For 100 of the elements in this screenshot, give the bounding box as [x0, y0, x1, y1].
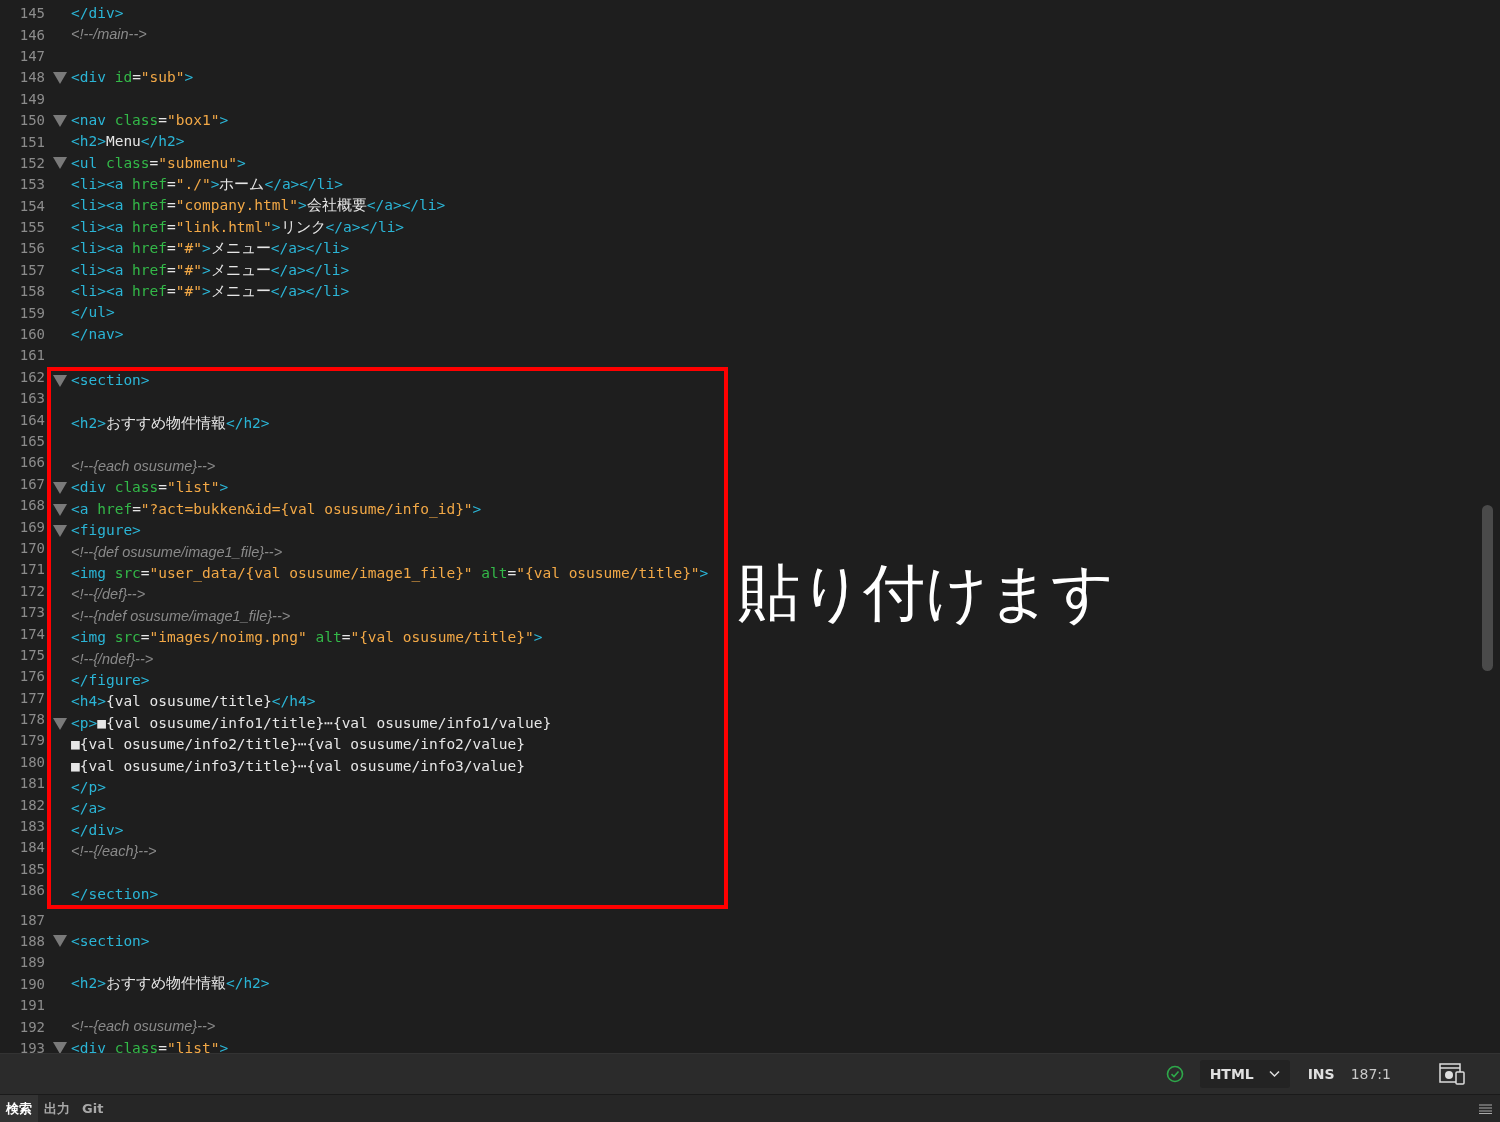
line-number: 148 — [19, 68, 45, 88]
code-line: </section> — [71, 884, 159, 904]
code-line: <img src="user_data/{val osusume/image1_file}" alt="{val osusume/title}"> — [71, 564, 709, 584]
code-line: </ul> — [71, 303, 115, 323]
code-line: <section> — [71, 931, 150, 951]
insert-mode[interactable]: INS — [1307, 1063, 1335, 1085]
code-line: <h2>Menu</h2> — [71, 132, 185, 152]
line-number: 173 — [19, 603, 45, 623]
line-number: 154 — [19, 196, 45, 216]
code-line: <!--{each osusume}--> — [71, 457, 216, 477]
line-number: 174 — [19, 624, 45, 644]
code-line: <nav class="box1"> — [71, 110, 229, 130]
line-number: 147 — [19, 46, 45, 66]
code-line: <li><a href="company.html">会社概要</a></li> — [71, 196, 446, 216]
line-number: 158 — [19, 282, 45, 302]
line-number: 184 — [19, 838, 45, 858]
fold-triangle-icon[interactable] — [53, 1042, 67, 1053]
panel-tab[interactable]: 出力 — [38, 1095, 76, 1122]
line-number: 187 — [19, 910, 45, 930]
code-line: <ul class="submenu"> — [71, 153, 246, 173]
line-number: 169 — [19, 517, 45, 537]
line-number: 167 — [19, 474, 45, 494]
line-number: 189 — [19, 953, 45, 973]
code-line: <h2>おすすめ物件情報</h2> — [71, 974, 270, 994]
line-number: 151 — [19, 132, 45, 152]
code-line: <h4>{val osusume/title}</h4> — [71, 692, 316, 712]
fold-triangle-icon[interactable] — [53, 525, 67, 538]
line-number: 149 — [19, 89, 45, 109]
line-number: 192 — [19, 1017, 45, 1037]
line-number: 188 — [19, 932, 45, 951]
cursor-position: 187:1 — [1350, 1064, 1391, 1084]
line-number: 164 — [19, 410, 45, 430]
fold-triangle-icon[interactable] — [53, 717, 67, 730]
device-preview-icon[interactable] — [1439, 1063, 1466, 1085]
panel-tab[interactable]: Git — [76, 1095, 110, 1122]
code-line: <p>■{val osusume/info1/title}⋯{val osusume/info1/value} — [71, 713, 552, 733]
line-number: 163 — [19, 389, 45, 409]
code-line: ■{val osusume/info3/title}⋯{val osusume/info3/value} — [71, 756, 525, 776]
line-number: 166 — [19, 453, 45, 473]
code-line: <div class="list"> — [71, 1038, 229, 1053]
code-line: <section> — [71, 371, 150, 391]
line-number: 156 — [19, 239, 45, 259]
code-line: <li><a href="link.html">リンク</a></li> — [71, 217, 405, 237]
code-line: <a href="?act=bukken&id={val osusume/info_id}"> — [71, 499, 482, 520]
fold-triangle-icon[interactable] — [53, 157, 67, 170]
line-number: 153 — [19, 175, 45, 195]
language-dropdown[interactable]: HTML — [1199, 1060, 1290, 1088]
line-number: 168 — [19, 496, 45, 516]
panel-tab[interactable]: 検索 — [0, 1095, 38, 1122]
fold-triangle-icon[interactable] — [53, 71, 67, 84]
code-line: <!--{/each}--> — [71, 842, 157, 862]
code-line: <div class="list"> — [71, 478, 229, 498]
code-line: <li><a href="./">ホーム</a></li> — [71, 174, 343, 194]
scrollbar-thumb[interactable] — [1482, 505, 1493, 671]
line-number: 161 — [19, 346, 45, 366]
code-line: <h2>おすすめ物件情報</h2> — [71, 414, 270, 434]
code-line: <!--{each osusume}--> — [71, 1017, 216, 1037]
line-number: 172 — [19, 581, 45, 601]
code-line: </div> — [71, 3, 124, 23]
line-number: 155 — [19, 218, 45, 238]
fold-triangle-icon[interactable] — [53, 935, 67, 948]
fold-triangle-icon[interactable] — [53, 114, 67, 127]
line-number: 175 — [19, 645, 45, 665]
line-number: 160 — [19, 325, 45, 345]
line-number: 185 — [19, 859, 45, 879]
line-number: 181 — [19, 774, 45, 794]
check-circle-icon — [1165, 1065, 1184, 1083]
code-line: <li><a href="#">メニュー</a></li> — [71, 239, 350, 259]
code-line: <li><a href="#">メニュー</a></li> — [71, 260, 350, 280]
chevron-down-icon — [1268, 1070, 1280, 1078]
code-line: <!--{ndef osusume/image1_file}--> — [71, 606, 291, 626]
line-number: 186 — [19, 881, 45, 901]
fold-triangle-icon[interactable] — [53, 375, 67, 388]
fold-triangle-icon[interactable] — [53, 482, 67, 495]
line-number: 177 — [19, 688, 45, 708]
code-line: <!--{/ndef}--> — [71, 649, 154, 669]
code-line: </p> — [71, 777, 106, 797]
line-number: 190 — [19, 974, 45, 994]
line-number: 183 — [19, 817, 45, 837]
line-number: 152 — [19, 153, 45, 173]
line-number: 159 — [19, 303, 45, 323]
line-number: 150 — [19, 111, 45, 131]
code-line: </figure> — [71, 670, 150, 690]
code-line: <li><a href="#">メニュー</a></li> — [71, 281, 350, 301]
code-line: <!--/main--> — [71, 25, 147, 45]
line-number: 176 — [19, 667, 45, 687]
code-line: </div> — [71, 820, 124, 840]
code-line: <img src="images/noimg.png" alt="{val osusume/title}"> — [71, 628, 543, 648]
code-line: <!--{def osusume/image1_file}--> — [71, 542, 283, 562]
line-number: 193 — [19, 1038, 45, 1053]
menu-icon[interactable] — [1479, 1103, 1492, 1114]
line-number: 179 — [19, 731, 45, 751]
line-number: 165 — [19, 432, 45, 451]
line-number: 180 — [19, 752, 45, 772]
line-number: 171 — [19, 560, 45, 580]
fold-triangle-icon[interactable] — [53, 503, 67, 516]
line-number: 157 — [19, 260, 45, 280]
line-number: 162 — [19, 367, 45, 387]
code-line: <!--{/def}--> — [71, 585, 146, 605]
line-number: 178 — [19, 710, 45, 730]
